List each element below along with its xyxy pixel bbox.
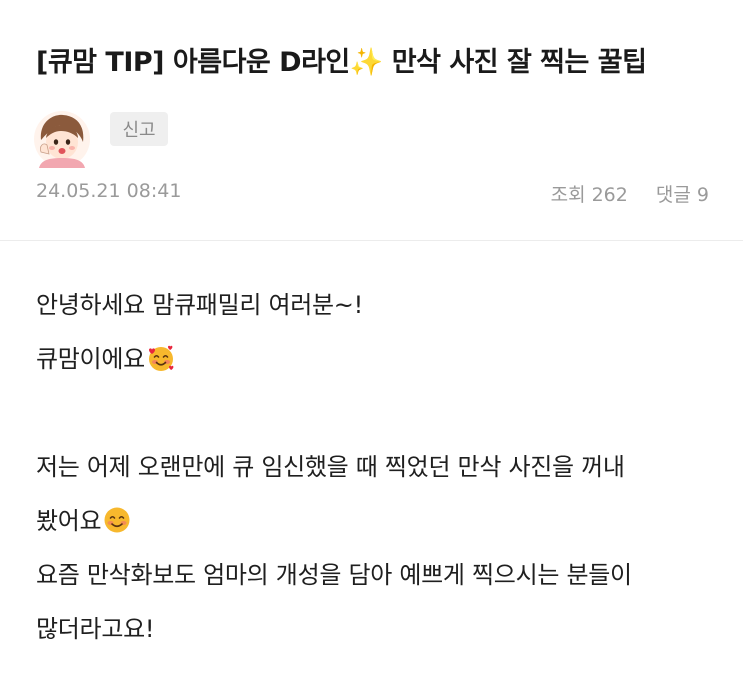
post-date: 24.05.21 08:41 (36, 180, 182, 202)
smiling-face-with-hearts-icon (148, 345, 174, 371)
para2-line2: 봤어요 (36, 507, 102, 535)
para2-line1: 저는 어제 오랜만에 큐 임신했을 때 찍었던 만삭 사진을 꺼내 (36, 453, 625, 481)
divider (0, 240, 743, 241)
post-header: [큐맘 TIP] 아름다운 D라인✨ 만삭 사진 잘 찍는 꿀팁 신고 24.0… (0, 0, 743, 240)
smiling-face-icon (104, 507, 130, 533)
body-line: 큐맘이에요 (36, 332, 726, 386)
avatar[interactable] (33, 110, 91, 168)
body-line: 봤어요 (36, 494, 726, 548)
para3-line2: 많더라고요! (36, 615, 155, 643)
para3-line1: 요즘 만삭화보도 엄마의 개성을 담아 예쁘게 찍으시는 분들이 (36, 561, 632, 589)
body-line: 요즘 만삭화보도 엄마의 개성을 담아 예쁘게 찍으시는 분들이 (36, 548, 726, 602)
intro-text: 큐맘이에요 (36, 345, 145, 373)
report-button[interactable]: 신고 (110, 112, 168, 146)
body-line: 안녕하세요 맘큐패밀리 여러분~! (36, 278, 726, 332)
body-line: 저는 어제 오랜만에 큐 임신했을 때 찍었던 만삭 사진을 꺼내 (36, 440, 726, 494)
post-title: [큐맘 TIP] 아름다운 D라인✨ 만삭 사진 잘 찍는 꿀팁 (36, 47, 647, 78)
comment-count[interactable]: 댓글 9 (656, 184, 709, 206)
body-line: 많더라고요! (36, 602, 726, 656)
post-stats: 조회 262 댓글 9 (551, 180, 709, 207)
post-body: 안녕하세요 맘큐패밀리 여러분~! 큐맘이에요 저는 어제 오랜만에 큐 임신했… (36, 278, 726, 656)
greeting-text: 안녕하세요 맘큐패밀리 여러분~! (36, 291, 363, 319)
view-count: 조회 262 (550, 184, 628, 206)
